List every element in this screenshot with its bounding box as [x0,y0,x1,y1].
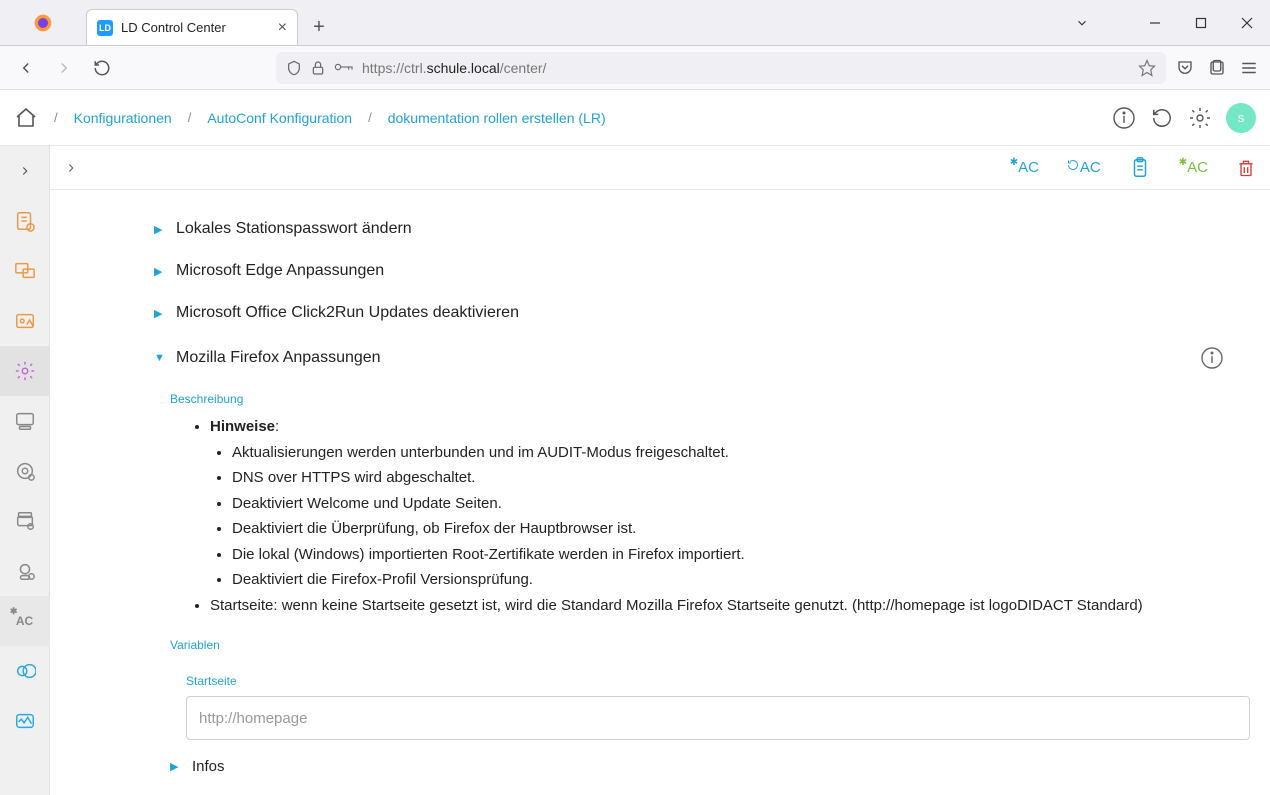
chevron-right-icon: ▶ [154,307,166,320]
window-close-icon[interactable] [1224,0,1270,46]
sidebar-item-6[interactable] [0,446,50,496]
toolbar-ac-1[interactable]: ✱AC [1010,159,1039,176]
toolbar-ac-2[interactable]: AC [1067,159,1101,176]
sidebar-item-settings[interactable] [0,346,50,396]
firefox-icon [33,13,53,33]
accordion-item-4[interactable]: ▼ Mozilla Firefox Anpassungen [50,334,1270,382]
chevron-right-icon: ▶ [154,265,166,278]
bookmark-star-icon[interactable] [1138,59,1156,77]
sidebar-item-ac[interactable]: ✱AC [0,596,50,646]
url-box[interactable]: https://ctrl.schule.local/center/ [276,52,1166,84]
chevron-right-icon: ▶ [154,223,166,236]
main-panel: ✱AC AC ✱AC ▶Lokales Stationspasswort änd… [50,146,1270,795]
info-icon[interactable] [1200,346,1224,370]
pocket-icon[interactable] [1176,59,1194,77]
startseite-input[interactable] [186,696,1250,740]
avatar[interactable]: s [1226,103,1256,133]
sidebar-item-10[interactable] [0,646,50,696]
home-icon[interactable] [14,106,38,130]
breadcrumb-sep: / [362,110,378,125]
sidebar-item-11[interactable] [0,696,50,746]
breadcrumb-autoconf[interactable]: AutoConf Konfiguration [207,110,352,126]
tabs-area: LD LD Control Center × + [86,0,1062,45]
breadcrumb-bar: / Konfigurationen / AutoConf Konfigurati… [0,90,1270,146]
breadcrumb-current[interactable]: dokumentation rollen erstellen (LR) [388,110,606,126]
account-icon[interactable] [1208,59,1226,77]
info-icon[interactable] [1112,106,1136,130]
gear-icon[interactable] [1188,106,1212,130]
sidebar-item-8[interactable] [0,546,50,596]
accordion-item-2[interactable]: ▶Microsoft Edge Anpassungen [50,250,1270,292]
breadcrumb-sep: / [48,110,64,125]
sidebar-expand-icon[interactable] [0,146,50,196]
chevron-down-icon: ▼ [154,352,166,364]
sidebar-item-3[interactable] [0,296,50,346]
browser-tab[interactable]: LD LD Control Center × [86,9,298,45]
sidebar-item-5[interactable] [0,396,50,446]
sidebar: ✱AC [0,146,50,795]
section-variablen-label: Variablen [50,628,1270,660]
accordion-item-3[interactable]: ▶Microsoft Office Click2Run Updates deak… [50,292,1270,334]
content-scroll: ▶Lokales Stationspasswort ändern ▶Micros… [50,190,1270,795]
tab-close-icon[interactable]: × [278,19,287,37]
breadcrumb-sep: / [182,110,198,125]
window-minimize-icon[interactable] [1132,0,1178,46]
new-tab-button[interactable]: + [304,12,334,42]
toolbar-trash-icon[interactable] [1236,157,1256,179]
nav-back-icon[interactable] [12,54,40,82]
tab-title: LD Control Center [121,20,226,35]
shield-icon [286,60,302,76]
key-icon [334,60,354,74]
toolbar-ac-3[interactable]: ✱AC [1179,159,1208,176]
sidebar-item-1[interactable] [0,196,50,246]
accordion-infos[interactable]: ▶Infos [50,750,1270,783]
nav-reload-icon[interactable] [88,54,116,82]
url-text: https://ctrl.schule.local/center/ [362,60,546,76]
tabs-dropdown-icon[interactable] [1062,0,1102,46]
accordion-item-1[interactable]: ▶Lokales Stationspasswort ändern [50,208,1270,250]
description-block: Hinweise: Aktualisierungen werden unterb… [50,414,1270,628]
section-beschreibung-label: Beschreibung [50,382,1270,414]
nav-forward-icon [50,54,78,82]
window-maximize-icon[interactable] [1178,0,1224,46]
window-controls [1062,0,1270,45]
breadcrumb-configurations[interactable]: Konfigurationen [74,110,172,126]
lock-icon [310,60,326,76]
refresh-icon[interactable] [1150,106,1174,130]
tab-favicon: LD [97,20,113,36]
firefox-badge [0,0,86,45]
browser-tabstrip: LD LD Control Center × + [0,0,1270,46]
panel-expand-icon[interactable] [64,161,78,175]
toolbar-clipboard-icon[interactable] [1129,156,1151,180]
panel-toolbar: ✱AC AC ✱AC [50,146,1270,190]
app-menu-icon[interactable] [1240,59,1258,77]
var-startseite-label: Startseite [50,660,1270,692]
sidebar-item-2[interactable] [0,246,50,296]
address-bar: https://ctrl.schule.local/center/ [0,46,1270,90]
sidebar-item-7[interactable] [0,496,50,546]
chevron-right-icon: ▶ [170,760,182,773]
